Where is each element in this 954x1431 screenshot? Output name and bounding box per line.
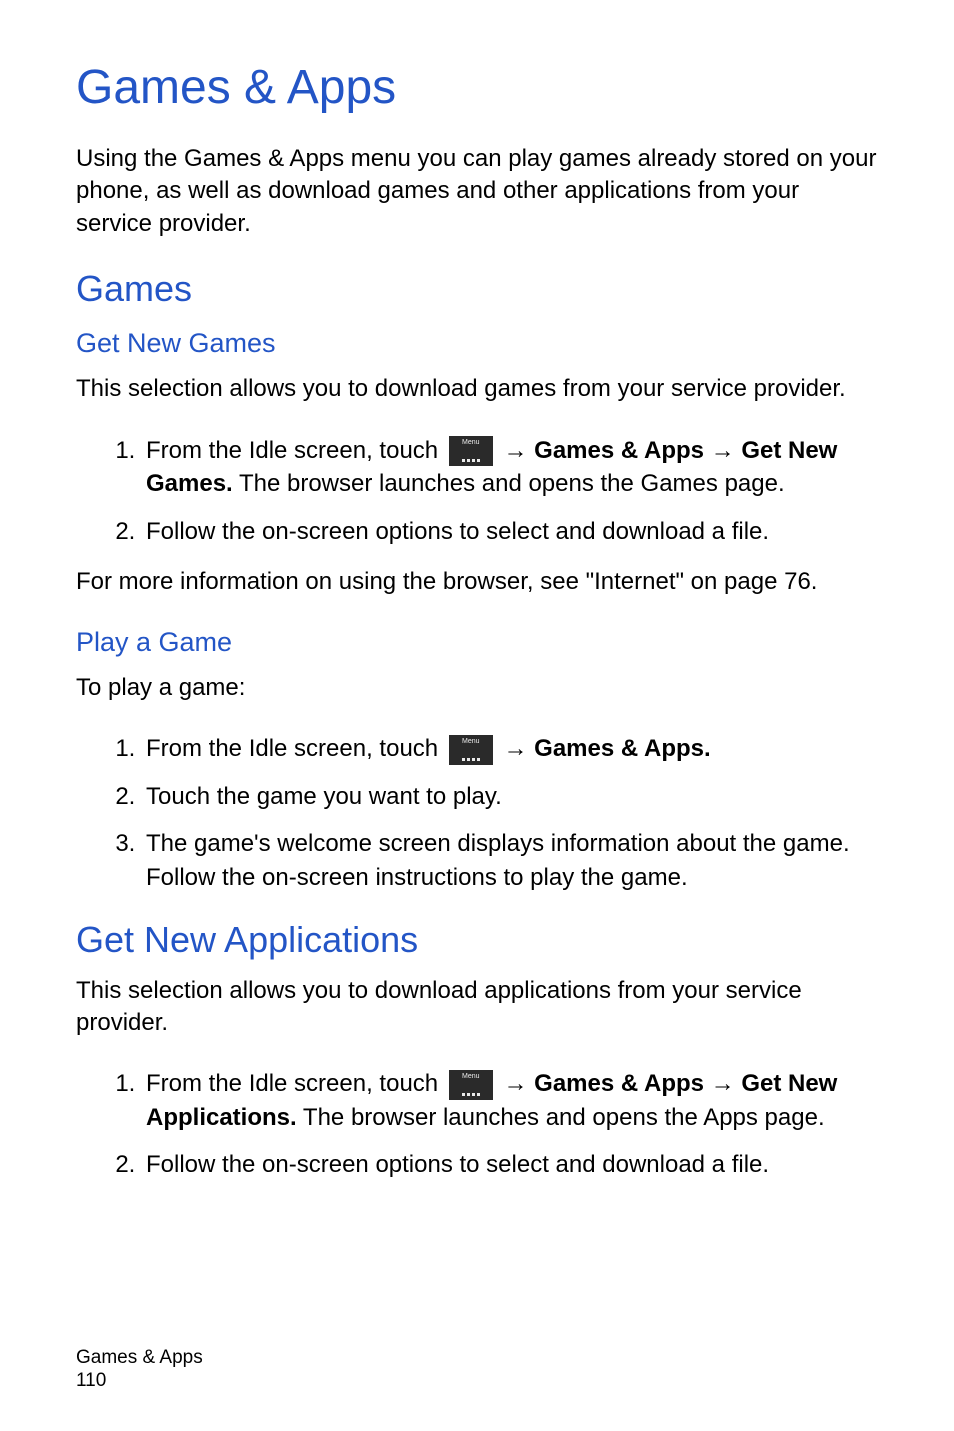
step-text: From the Idle screen, touch — [146, 437, 445, 464]
play-a-game-intro: To play a game: — [76, 672, 878, 704]
step-text: From the Idle screen, touch — [146, 1070, 445, 1097]
step-text: From the Idle screen, touch — [146, 735, 445, 762]
step-text: Follow the on-screen options to select a… — [146, 1151, 769, 1178]
page-title: Games & Apps — [76, 60, 878, 115]
menu-icon-label: Menu — [449, 438, 493, 448]
list-item: From the Idle screen, touch Menu → Games… — [142, 1067, 878, 1134]
list-item: Follow the on-screen options to select a… — [142, 515, 878, 549]
section-heading-games: Games — [76, 268, 878, 310]
nav-path-games-apps: Games & Apps. — [534, 735, 711, 762]
menu-icon: Menu — [449, 436, 493, 466]
step-text: Touch the game you want to play. — [146, 783, 502, 810]
list-item: Touch the game you want to play. — [142, 780, 878, 814]
list-item: The game's welcome screen displays infor… — [142, 827, 878, 894]
get-new-apps-steps: From the Idle screen, touch Menu → Games… — [76, 1067, 878, 1182]
subsection-heading-play-a-game: Play a Game — [76, 627, 878, 658]
list-item: From the Idle screen, touch Menu → Games… — [142, 434, 878, 501]
menu-icon-label: Menu — [449, 737, 493, 747]
footer-section-label: Games & Apps — [76, 1346, 203, 1370]
list-item: Follow the on-screen options to select a… — [142, 1148, 878, 1182]
section-heading-get-new-applications: Get New Applications — [76, 919, 878, 961]
get-new-games-steps: From the Idle screen, touch Menu → Games… — [76, 434, 878, 549]
arrow-icon: → — [503, 1070, 534, 1097]
footer-page-number: 110 — [76, 1369, 203, 1393]
menu-icon: Menu — [449, 735, 493, 765]
list-item: From the Idle screen, touch Menu → Games… — [142, 732, 878, 766]
arrow-icon: → — [711, 1070, 742, 1097]
nav-path-games-apps: Games & Apps — [534, 437, 704, 464]
page-footer: Games & Apps 110 — [76, 1346, 203, 1394]
subsection-heading-get-new-games: Get New Games — [76, 328, 878, 359]
more-info-text: For more information on using the browse… — [76, 566, 878, 598]
arrow-icon: → — [503, 437, 534, 464]
play-a-game-steps: From the Idle screen, touch Menu → Games… — [76, 732, 878, 894]
menu-icon: Menu — [449, 1070, 493, 1100]
get-new-apps-intro: This selection allows you to download ap… — [76, 975, 878, 1040]
arrow-icon: → — [711, 437, 742, 464]
step-text: The game's welcome screen displays infor… — [146, 830, 850, 891]
arrow-icon: → — [503, 735, 534, 762]
nav-path-games-apps: Games & Apps — [534, 1070, 704, 1097]
step-text: The browser launches and opens the Apps … — [303, 1104, 825, 1131]
step-text: Follow the on-screen options to select a… — [146, 518, 769, 545]
step-text: The browser launches and opens the Games… — [239, 470, 785, 497]
document-page: Games & Apps Using the Games & Apps menu… — [0, 0, 954, 1431]
intro-paragraph: Using the Games & Apps menu you can play… — [76, 143, 878, 240]
menu-icon-label: Menu — [449, 1072, 493, 1082]
get-new-games-intro: This selection allows you to download ga… — [76, 373, 878, 405]
